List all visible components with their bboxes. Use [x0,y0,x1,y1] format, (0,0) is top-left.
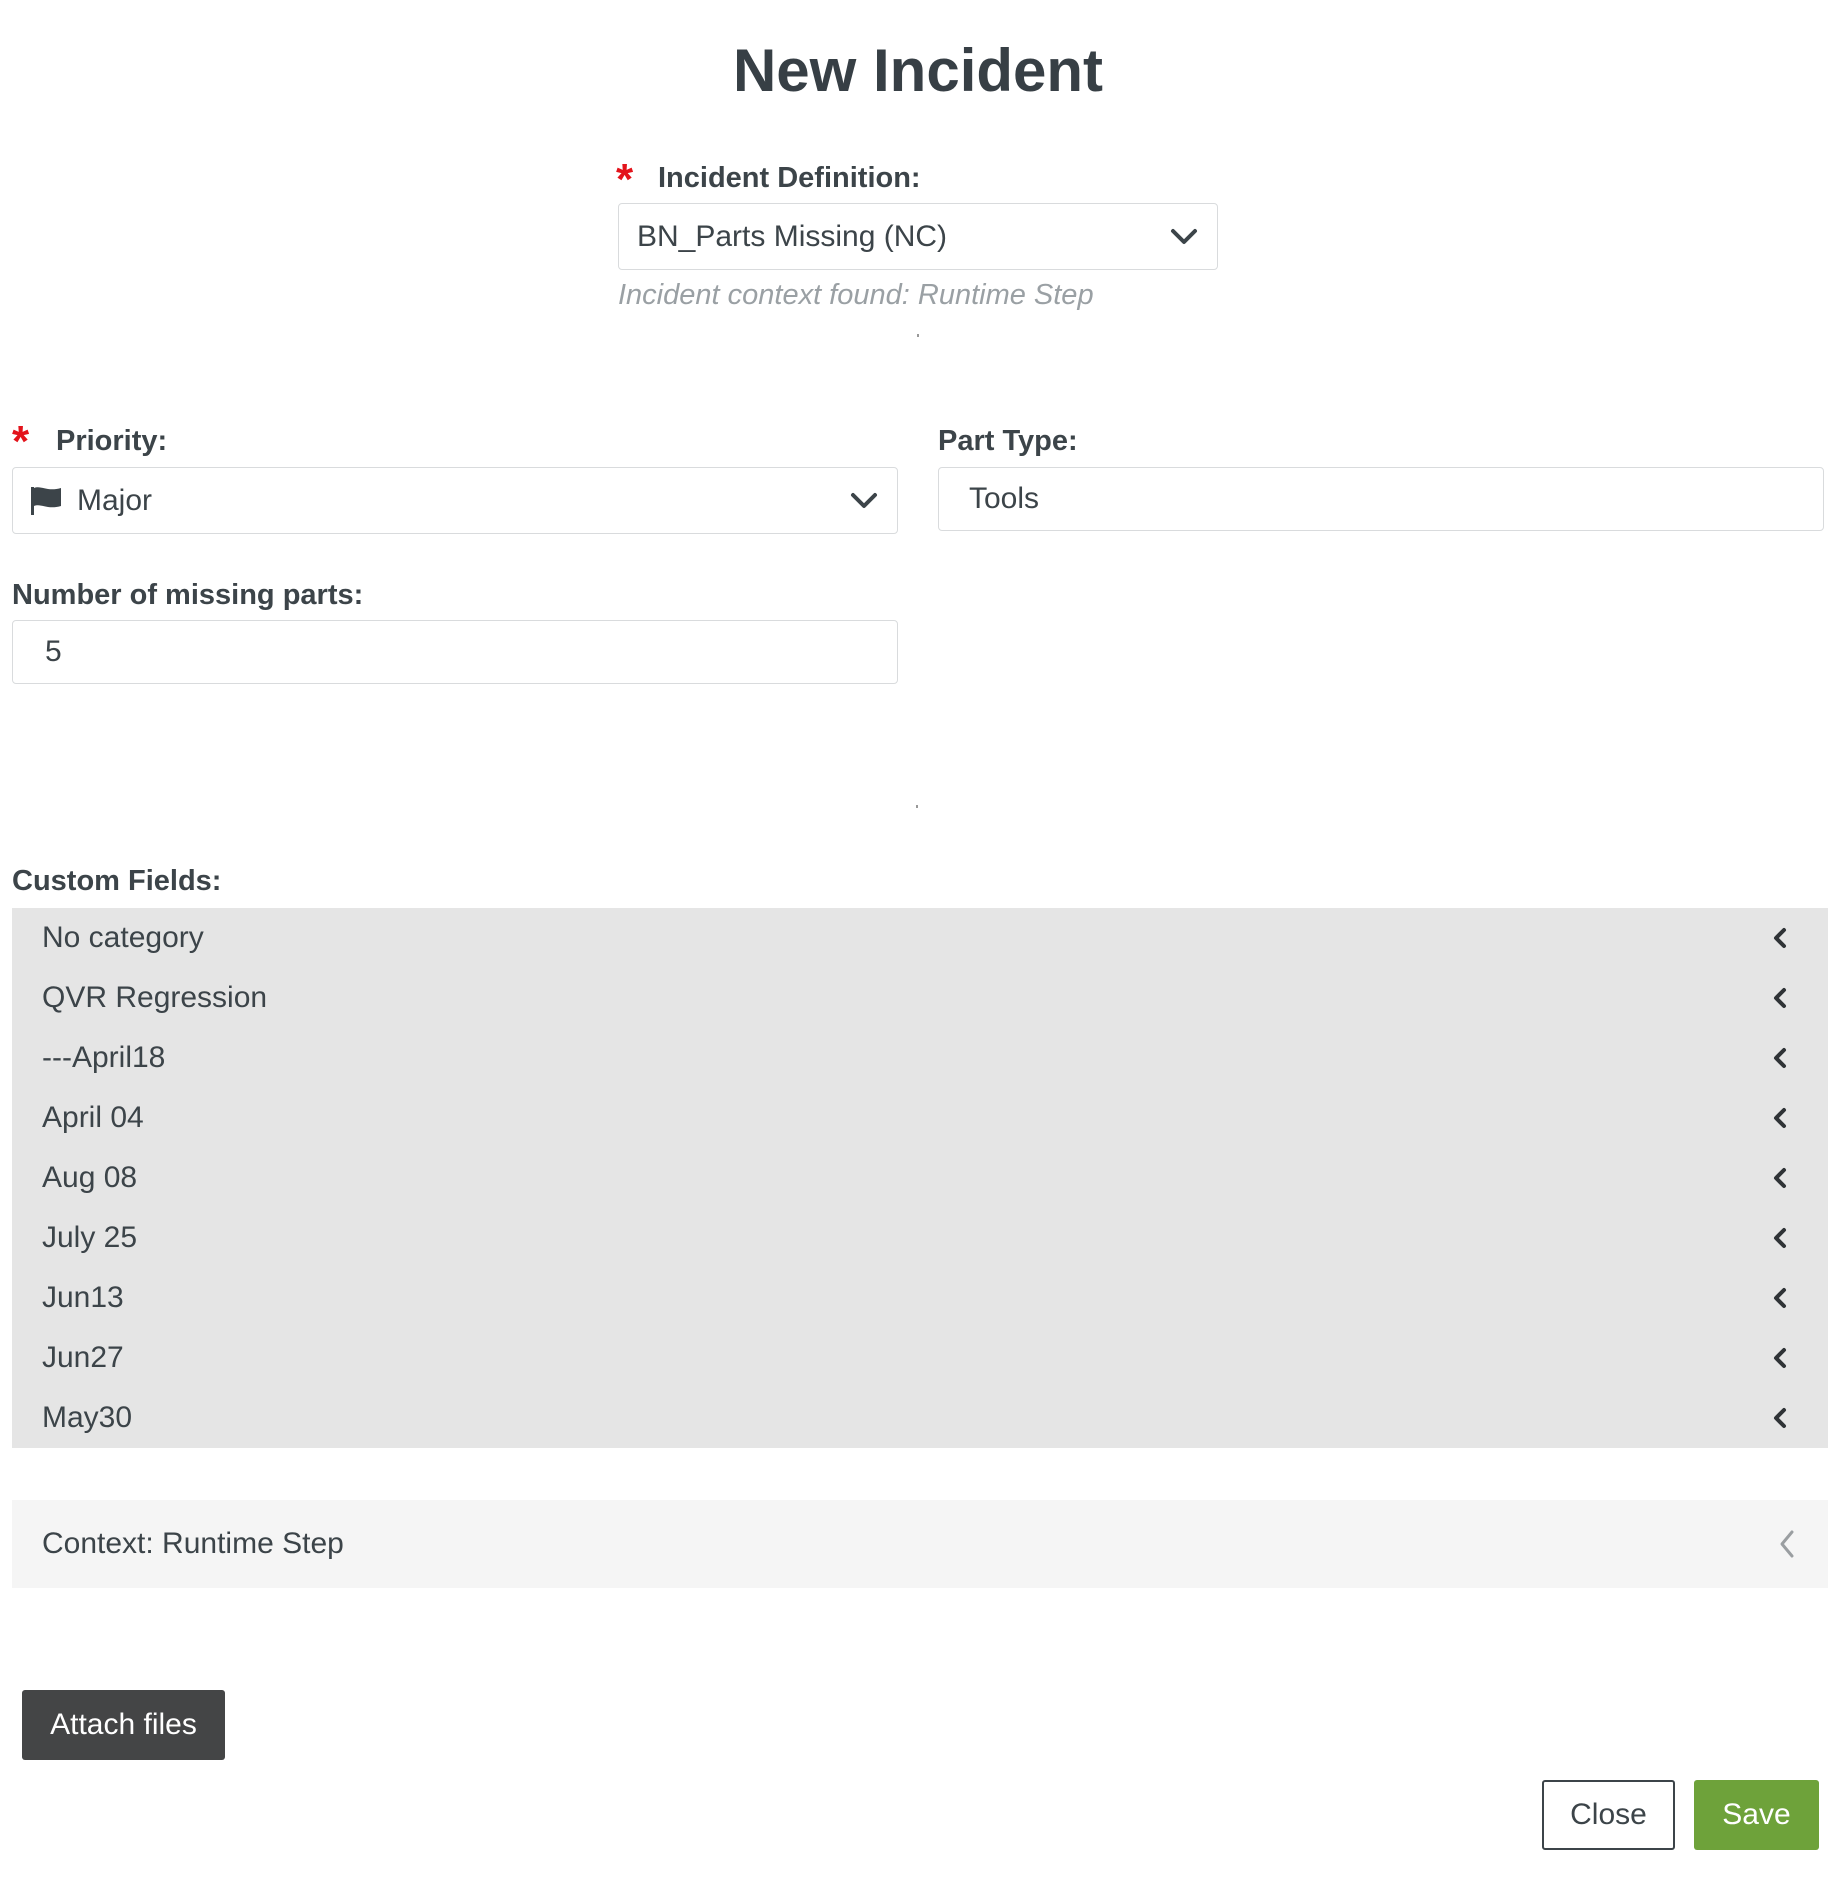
incident-definition-value: BN_Parts Missing (NC) [637,219,948,253]
chevron-left-icon [1774,1288,1786,1308]
priority-label: Priority: [56,425,168,457]
custom-field-category[interactable]: May30 [12,1388,1828,1448]
incident-context-hint: Incident context found: Runtime Step [618,279,1094,311]
close-button[interactable]: Close [1542,1780,1675,1850]
attach-files-button[interactable]: Attach files [22,1690,225,1760]
page-title: New Incident [732,37,1104,104]
missing-parts-input[interactable]: 5 [12,620,898,684]
priority-select[interactable]: Major [12,467,898,534]
incident-definition-select[interactable]: BN_Parts Missing (NC) [618,203,1218,270]
chevron-left-icon [1774,988,1786,1008]
chevron-left-icon [1774,928,1786,948]
category-label: May30 [42,1401,133,1434]
custom-field-category[interactable]: July 25 [12,1208,1828,1268]
context-panel[interactable]: Context: Runtime Step [12,1500,1828,1588]
custom-fields-label: Custom Fields: [12,865,222,897]
custom-field-category[interactable]: QVR Regression [12,968,1828,1028]
chevron-left-icon [1780,1530,1794,1558]
custom-fields-list: No category QVR Regression ---April18 Ap… [12,908,1828,1448]
chevron-left-icon [1774,1228,1786,1248]
custom-field-category[interactable]: Jun13 [12,1268,1828,1328]
divider-dot [916,805,918,808]
chevron-left-icon [1774,1168,1786,1188]
flag-icon [31,486,61,515]
category-label: QVR Regression [42,981,268,1014]
custom-field-category[interactable]: No category [12,908,1828,968]
missing-parts-value: 5 [45,635,62,668]
required-marker: * [616,155,634,204]
part-type-value: Tools [969,482,1040,515]
required-marker: * [12,417,30,466]
custom-field-category[interactable]: Jun27 [12,1328,1828,1388]
chevron-left-icon [1774,1408,1786,1428]
part-type-label: Part Type: [938,425,1078,457]
category-label: July 25 [42,1221,138,1254]
new-incident-dialog: New Incident * Incident Definition: BN_P… [0,0,1836,1882]
divider-dot [917,334,919,337]
category-label: Jun27 [42,1341,124,1374]
custom-field-category[interactable]: ---April18 [12,1028,1828,1088]
priority-value: Major [77,483,153,517]
missing-parts-label: Number of missing parts: [12,579,364,611]
custom-field-category[interactable]: Aug 08 [12,1148,1828,1208]
part-type-input[interactable]: Tools [938,467,1824,531]
category-label: Jun13 [42,1281,124,1314]
save-button[interactable]: Save [1694,1780,1819,1850]
chevron-down-icon [851,492,877,508]
custom-field-category[interactable]: April 04 [12,1088,1828,1148]
context-label: Context: Runtime Step [42,1527,344,1560]
chevron-left-icon [1774,1108,1786,1128]
incident-definition-label: Incident Definition: [658,162,921,194]
chevron-left-icon [1774,1048,1786,1068]
chevron-down-icon [1171,228,1197,244]
category-label: Aug 08 [42,1161,138,1194]
category-label: April 04 [42,1101,144,1134]
category-label: No category [42,921,204,954]
chevron-left-icon [1774,1348,1786,1368]
category-label: ---April18 [42,1041,166,1074]
